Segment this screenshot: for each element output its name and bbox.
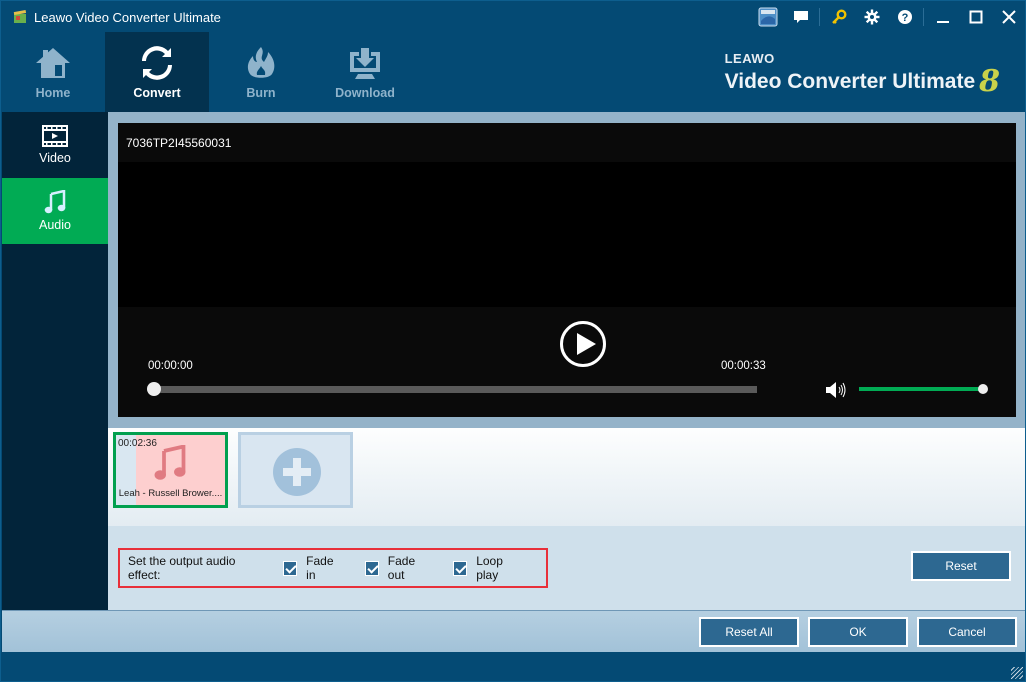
brand-logo: LEAWO Video Converter Ultimate 8 <box>725 51 1000 99</box>
flame-icon <box>247 47 275 78</box>
sidebar-item-audio-label: Audio <box>39 218 71 232</box>
clip-strip: 00:02:36 Leah - Russell Brower.... <box>108 428 1025 526</box>
nav-convert-label: Convert <box>133 86 181 100</box>
clip-thumbnail[interactable]: 00:02:36 Leah - Russell Brower.... <box>113 432 228 508</box>
nav-home-label: Home <box>35 86 71 100</box>
effects-label: Set the output audio effect: <box>128 554 236 582</box>
checkbox-checked-icon[interactable] <box>283 560 298 576</box>
reset-all-button[interactable]: Reset All <box>699 617 799 647</box>
cancel-button[interactable]: Cancel <box>917 617 1017 647</box>
gear-icon[interactable] <box>855 1 888 33</box>
checkbox-checked-icon[interactable] <box>453 560 468 576</box>
nav-burn-label: Burn <box>246 86 276 100</box>
minimize-icon[interactable] <box>926 1 959 33</box>
nav-convert[interactable]: Convert <box>105 32 209 112</box>
media-player: 7036TP2I45560031 00:00:00 00:00:33 <box>118 123 1016 417</box>
volume-level <box>859 387 983 391</box>
fade-in-checkbox[interactable]: Fade in <box>283 554 343 582</box>
sidebar-item-audio[interactable]: Audio <box>2 178 108 244</box>
volume-thumb[interactable] <box>978 384 988 394</box>
maximize-icon[interactable] <box>959 1 992 33</box>
total-time: 00:00:33 <box>721 360 766 372</box>
app-window: Leawo Video Converter Ultimate ? Home Co… <box>0 0 1026 682</box>
seek-bar[interactable] <box>147 382 757 396</box>
help-icon[interactable]: ? <box>888 1 921 33</box>
ok-button[interactable]: OK <box>808 617 908 647</box>
download-icon <box>350 48 380 79</box>
current-time: 00:00:00 <box>148 360 193 372</box>
seek-thumb[interactable] <box>147 382 161 396</box>
title-toolbar: ? <box>751 1 1025 33</box>
app-logo-icon <box>13 10 27 23</box>
audio-effects-group: Set the output audio effect: Fade in Fad… <box>118 548 548 588</box>
sidebar-item-video[interactable]: Video <box>2 112 108 178</box>
plus-icon <box>273 448 321 496</box>
volume-icon[interactable] <box>825 381 849 399</box>
window-title: Leawo Video Converter Ultimate <box>34 10 221 25</box>
player-file-title: 7036TP2I45560031 <box>118 123 1016 162</box>
nav-burn[interactable]: Burn <box>209 32 313 112</box>
nav-download-label: Download <box>335 86 395 100</box>
dialog-footer: Reset All OK Cancel <box>2 610 1025 652</box>
chat-bubble-icon[interactable] <box>784 1 817 33</box>
fade-out-checkbox[interactable]: Fade out <box>364 554 431 582</box>
add-clip-button[interactable] <box>238 432 353 508</box>
home-icon <box>36 48 70 78</box>
reset-button[interactable]: Reset <box>911 551 1011 581</box>
title-bar: Leawo Video Converter Ultimate ? <box>1 1 1025 33</box>
key-icon[interactable] <box>822 1 855 33</box>
close-icon[interactable] <box>992 1 1025 33</box>
sidebar-item-video-label: Video <box>39 151 71 165</box>
film-icon <box>42 125 68 147</box>
brand-product: Video Converter Ultimate <box>724 70 976 93</box>
support-badge-icon[interactable] <box>751 1 784 33</box>
toolbar-divider <box>923 8 924 26</box>
loop-play-checkbox[interactable]: Loop play <box>453 554 524 582</box>
nav-home[interactable]: Home <box>1 32 105 112</box>
clip-name: Leah - Russell Brower.... <box>118 488 223 499</box>
music-note-icon <box>154 445 186 480</box>
media-sidebar: Video Audio <box>2 112 108 610</box>
svg-text:?: ? <box>901 12 908 24</box>
volume-slider[interactable] <box>859 384 988 394</box>
editor-area: Video Audio 7036TP2I45560031 00:00:00 00… <box>2 112 1025 610</box>
checkbox-checked-icon[interactable] <box>364 560 379 576</box>
toolbar-divider <box>819 8 820 26</box>
play-button[interactable] <box>560 321 606 367</box>
music-note-icon <box>44 190 66 214</box>
convert-icon <box>142 46 172 80</box>
nav-download[interactable]: Download <box>313 32 417 112</box>
player-controls: 00:00:00 00:00:33 <box>118 307 1016 417</box>
resize-grip[interactable] <box>1011 667 1023 679</box>
brand-version: 8 <box>979 64 1000 99</box>
main-nav: Home Convert Burn Download <box>1 32 417 112</box>
audio-effects-panel: Set the output audio effect: Fade in Fad… <box>108 526 1025 610</box>
